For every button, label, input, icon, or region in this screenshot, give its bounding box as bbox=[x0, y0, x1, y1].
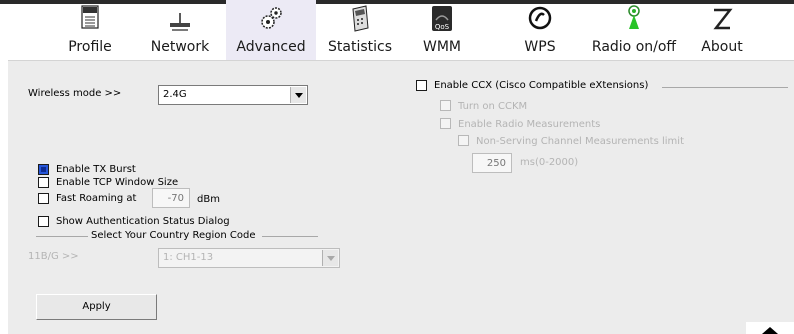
region-value: 1: CH1-13 bbox=[163, 252, 214, 263]
toolbar-radio[interactable]: Radio on/off bbox=[584, 0, 684, 60]
toolbar-radio-label: Radio on/off bbox=[591, 39, 677, 55]
ccx-checkbox[interactable] bbox=[416, 80, 427, 91]
wireless-mode-label: Wireless mode >> bbox=[28, 88, 122, 99]
scroll-up-icon[interactable] bbox=[746, 322, 794, 334]
cckm-checkbox[interactable] bbox=[440, 100, 451, 111]
svg-text:QoS: QoS bbox=[435, 23, 450, 31]
region-divider-left bbox=[36, 236, 88, 237]
ccx-label: Enable CCX (Cisco Compatible eXtensions) bbox=[434, 80, 649, 91]
about-icon bbox=[713, 8, 733, 30]
cckm-label: Turn on CCKM bbox=[458, 101, 528, 112]
region-label: 11B/G >> bbox=[28, 251, 79, 262]
fast-roaming-label: Fast Roaming at bbox=[56, 193, 137, 204]
auth-dialog-checkbox[interactable] bbox=[38, 216, 49, 227]
tcp-window-label: Enable TCP Window Size bbox=[56, 177, 179, 188]
toolbar-profile[interactable]: Profile bbox=[62, 0, 118, 60]
radio-measurements-checkbox[interactable] bbox=[440, 118, 451, 129]
fast-roaming-unit: dBm bbox=[197, 194, 220, 205]
tx-burst-checkbox[interactable] bbox=[38, 164, 49, 175]
region-title: Select Your Country Region Code bbox=[91, 230, 256, 241]
nonserving-limit-input[interactable]: 250 bbox=[472, 153, 512, 173]
toolbar-profile-label: Profile bbox=[68, 39, 112, 55]
gears-icon bbox=[261, 7, 282, 29]
toolbar-network[interactable]: Network bbox=[146, 0, 214, 60]
region-divider-right bbox=[262, 236, 318, 237]
toolbar-statistics[interactable]: Statistics bbox=[326, 0, 394, 60]
tcp-window-checkbox[interactable] bbox=[38, 177, 49, 188]
radio-icon bbox=[628, 5, 640, 29]
nonserving-label: Non-Serving Channel Measurements limit bbox=[476, 136, 684, 147]
network-icon bbox=[170, 13, 190, 31]
auth-dialog-label: Show Authentication Status Dialog bbox=[56, 216, 230, 227]
toolbar-wps[interactable]: WPS bbox=[518, 0, 562, 60]
fast-roaming-input[interactable]: -70 bbox=[152, 188, 190, 208]
region-select[interactable]: 1: CH1-13 bbox=[158, 248, 340, 268]
profile-icon bbox=[81, 5, 99, 29]
qos-icon: QoS bbox=[432, 6, 452, 31]
toolbar-advanced-label: Advanced bbox=[236, 39, 306, 55]
toolbar-network-label: Network bbox=[150, 39, 210, 55]
chevron-down-icon[interactable] bbox=[290, 87, 306, 103]
toolbar-about[interactable]: About bbox=[697, 0, 747, 60]
toolbar-advanced[interactable]: Advanced bbox=[226, 0, 316, 60]
radio-measurements-label: Enable Radio Measurements bbox=[458, 119, 601, 130]
toolbar-wps-label: WPS bbox=[524, 39, 556, 55]
chevron-down-icon[interactable] bbox=[322, 250, 338, 266]
calculator-icon bbox=[352, 5, 369, 32]
fast-roaming-checkbox[interactable] bbox=[38, 193, 49, 204]
nonserving-checkbox[interactable] bbox=[458, 135, 469, 146]
toolbar-wmm-label: WMM bbox=[422, 39, 461, 55]
wireless-mode-value: 2.4G bbox=[163, 89, 187, 100]
toolbar-about-label: About bbox=[701, 39, 743, 55]
nonserving-limit-unit: ms(0-2000) bbox=[520, 157, 579, 168]
apply-button[interactable]: Apply bbox=[36, 294, 157, 320]
toolbar-statistics-label: Statistics bbox=[328, 39, 392, 55]
wps-icon bbox=[528, 6, 552, 30]
advanced-panel: Wireless mode >> 2.4G Enable CCX (Cisco … bbox=[8, 60, 794, 334]
toolbar: Profile Network Advanced Statistics QoS … bbox=[0, 0, 794, 60]
ccx-divider bbox=[662, 87, 788, 88]
tx-burst-label: Enable TX Burst bbox=[56, 164, 136, 175]
toolbar-wmm[interactable]: QoS WMM bbox=[420, 0, 464, 60]
wireless-mode-select[interactable]: 2.4G bbox=[158, 85, 308, 105]
